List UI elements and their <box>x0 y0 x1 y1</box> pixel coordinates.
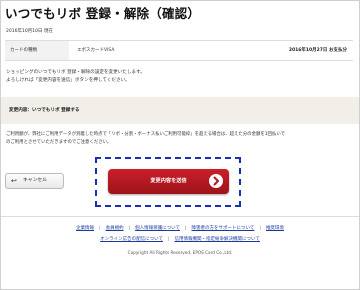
change-summary-box: 変更内容：いつでもリボ 登録する <box>1 97 359 124</box>
footer-divider <box>1 216 359 217</box>
description-line-2: よろしければ「変更内容を送信」ボタンを押してください。 <box>6 78 130 83</box>
notice-line-2: のご利用とさせていただきますのでご注意ください。 <box>6 140 112 145</box>
footer-link-privacy[interactable]: 個人情報保護について <box>135 226 180 231</box>
card-info-table: カードの種類 エポスカードVISA 2016年10月27日 お支払分 <box>5 40 353 61</box>
footer-links-row-1: 企業情報 | 会員規約 | 個人情報保護について | 障害者の方をサポートについて | 推奨環境 <box>76 226 284 231</box>
footer-link-company[interactable]: 企業情報 <box>76 226 94 231</box>
notice-text: ご利用額が、弊社にご利用データが到着した時点で「リボ・分割・ボーナス払いご利用可… <box>6 131 354 147</box>
footer-links-row-2: オンライン広告の配信について | 信用情報機関・指定紛争解決機関について <box>100 237 260 242</box>
footer-link-terms[interactable]: 会員規約 <box>106 226 124 231</box>
chevron-right-icon <box>209 174 223 188</box>
page-title: いつでもリボ 登録・解除（確認） <box>5 6 201 21</box>
cancel-button-label: キャンセル <box>23 178 47 183</box>
cancel-button[interactable]: ↩ キャンセル <box>5 173 64 189</box>
description: ショッピングのいつでもリボ 登録・解除の設定を変更いたします。 よろしければ「変… <box>6 69 351 85</box>
card-type-label: カードの種類 <box>5 41 69 60</box>
footer-link-credit-bureau[interactable]: 信用情報機関・指定紛争解決機関について <box>175 237 260 242</box>
return-arrow-icon: ↩ <box>11 177 17 185</box>
date-line: 2016年10月10日 現在 <box>6 29 53 34</box>
payment-date: 2016年10月27日 お支払分 <box>288 48 347 53</box>
page-frame: いつでもリボ 登録・解除（確認） 2016年10月10日 現在 カードの種類 エ… <box>0 0 360 290</box>
footer-link-online-ads[interactable]: オンライン広告の配信について <box>100 237 163 242</box>
copyright-text: Copyright All Rights Reserved, EPOS Card… <box>127 250 233 255</box>
change-summary-text: 変更内容：いつでもリボ 登録する <box>9 108 80 113</box>
footer-link-environment[interactable]: 推奨環境 <box>266 226 284 231</box>
submit-changes-button[interactable]: 変更内容を送信 <box>108 169 229 194</box>
notice-line-1: ご利用額が、弊社にご利用データが到着した時点で「リボ・分割・ボーナス払いご利用可… <box>6 132 285 137</box>
footer-link-accessibility[interactable]: 障害者の方をサポートについて <box>192 226 255 231</box>
card-name: エポスカードVISA <box>77 48 115 53</box>
description-line-1: ショッピングのいつでもリボ 登録・解除の設定を変更いたします。 <box>6 70 145 75</box>
